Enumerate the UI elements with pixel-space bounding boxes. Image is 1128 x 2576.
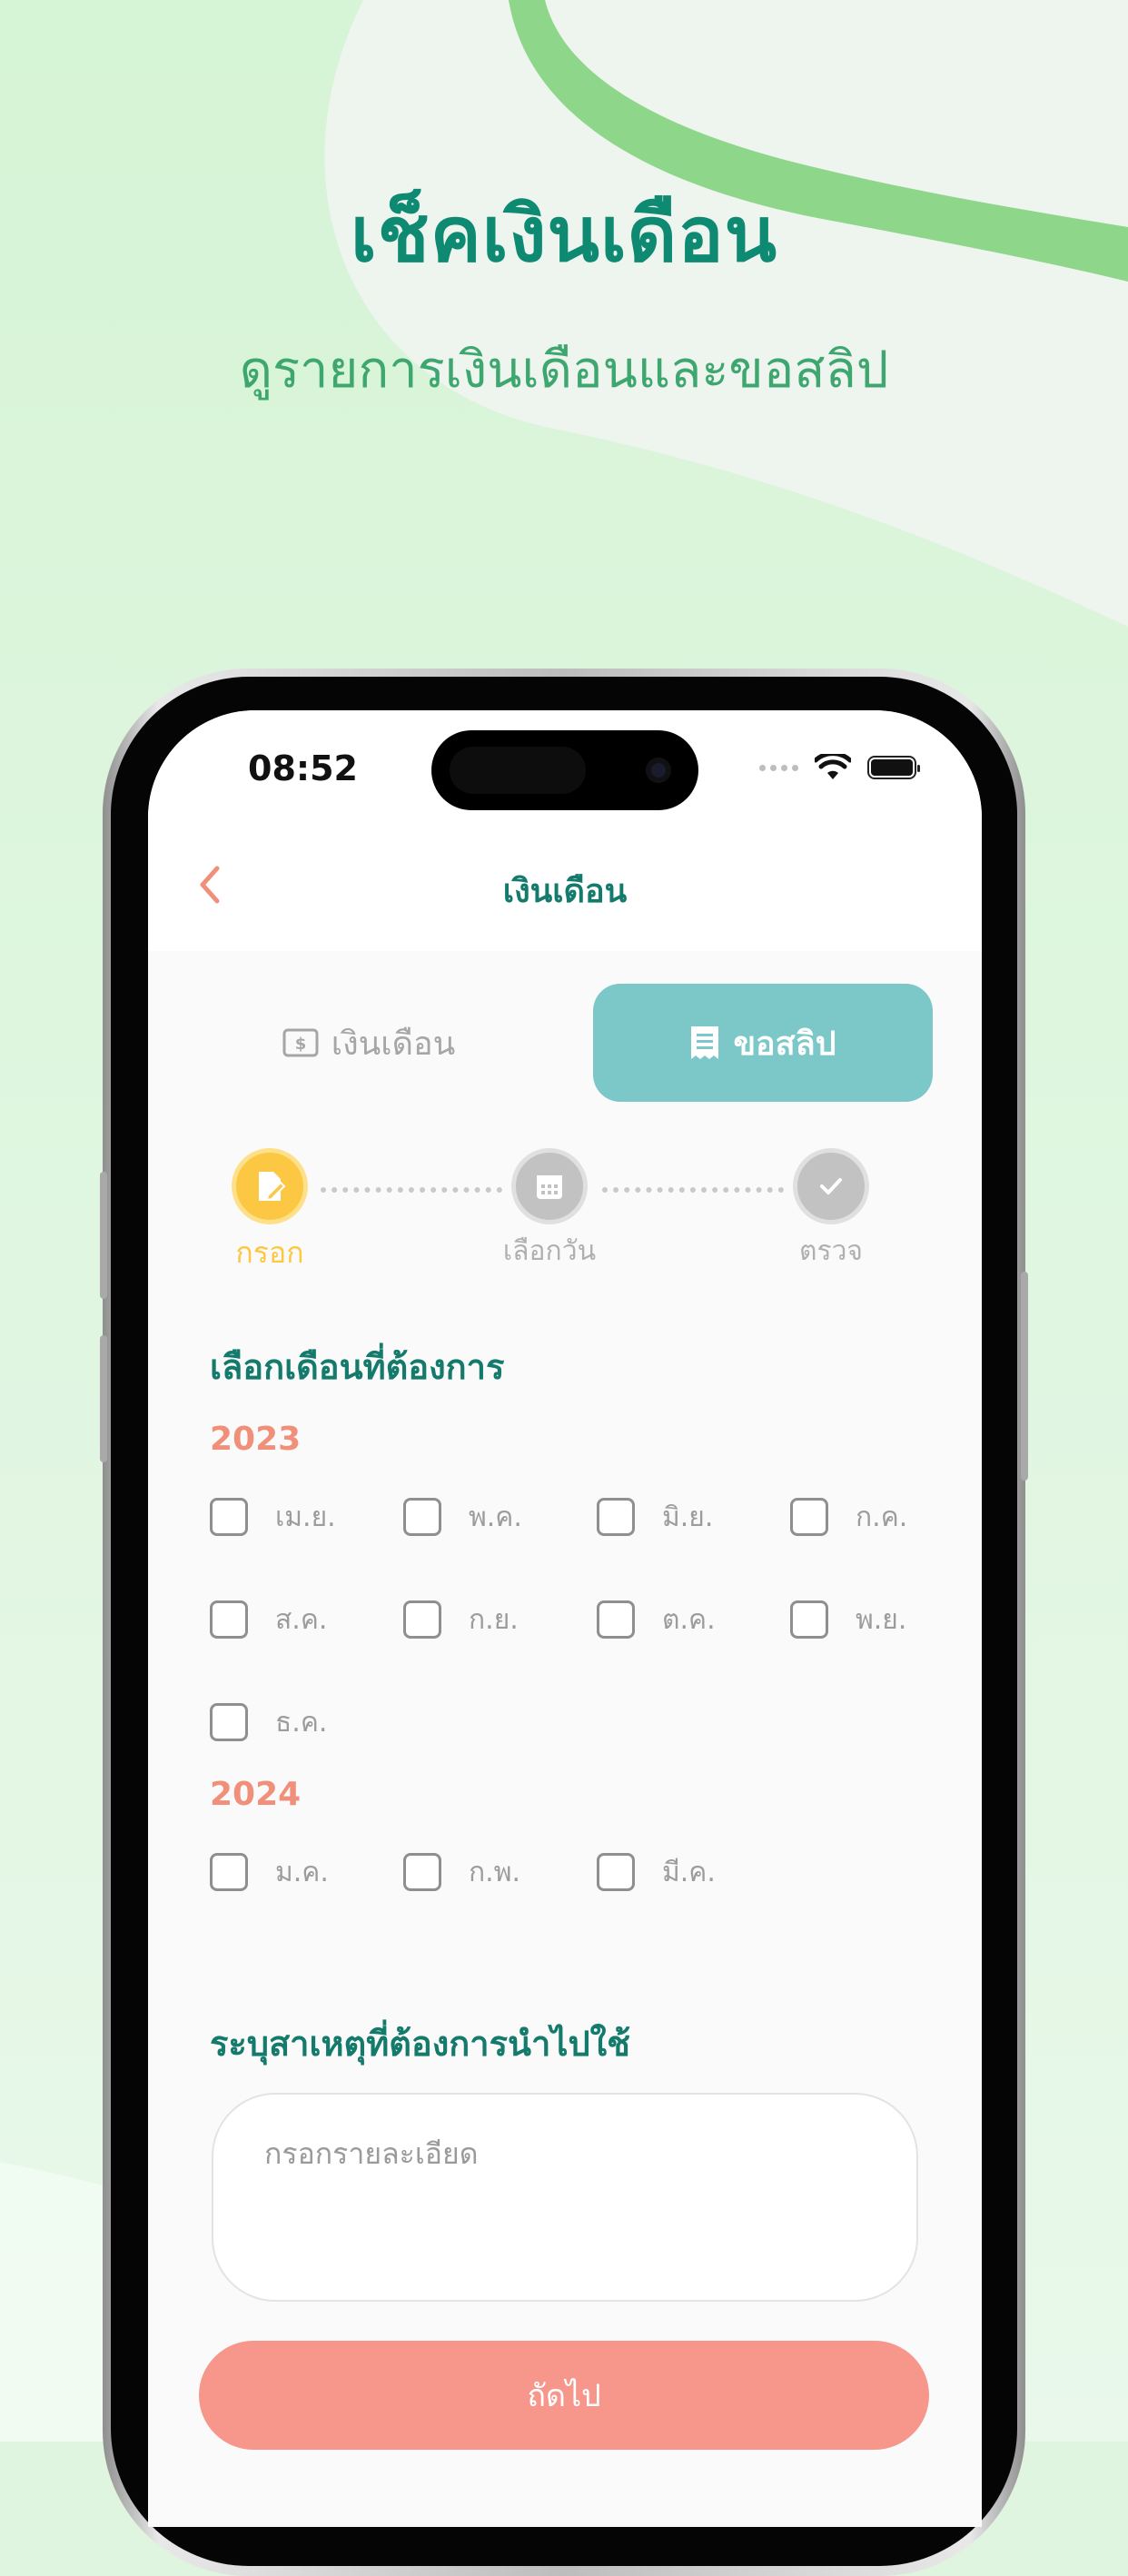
month-checkbox-item[interactable]: ธ.ค. [210, 1701, 327, 1743]
month-label: มี.ค. [662, 1856, 716, 1888]
status-bar: 08:52 [148, 710, 982, 819]
tab-salary-label: เงินเดือน [331, 1025, 456, 1063]
month-label: ธ.ค. [275, 1706, 328, 1739]
month-checkbox-item[interactable]: เม.ย. [210, 1496, 336, 1538]
navigation-bar: เงินเดือน [148, 819, 982, 951]
month-label: ก.ย. [469, 1603, 519, 1636]
dynamic-island [431, 730, 698, 810]
month-label: ส.ค. [275, 1603, 328, 1636]
power-button [1021, 1272, 1028, 1481]
receipt-icon [691, 1026, 719, 1059]
step-date-label: เลือกวัน [502, 1235, 597, 1267]
year-label: 2023 [210, 1421, 302, 1458]
money-icon: $ [282, 1028, 319, 1057]
month-checkbox-item[interactable]: ก.พ. [403, 1851, 520, 1893]
camera-icon [646, 758, 671, 783]
status-icons [759, 754, 920, 781]
tab-request-slip-label: ขอสลิป [733, 1025, 836, 1063]
checkbox[interactable] [790, 1600, 828, 1639]
year-label: 2024 [210, 1776, 302, 1813]
app-screen: 08:52 เงินเดือน $ เงินเดือน ขอสลิป กรอก … [148, 710, 982, 2527]
month-label: ต.ค. [662, 1603, 716, 1636]
volume-down-button [100, 1335, 107, 1462]
checkbox[interactable] [597, 1498, 635, 1536]
checkbox[interactable] [597, 1600, 635, 1639]
month-checkbox-item[interactable]: ต.ค. [597, 1599, 716, 1640]
checkbox[interactable] [210, 1853, 248, 1891]
month-section-title: เลือกเดือนที่ต้องการ [210, 1347, 505, 1387]
month-label: ก.ค. [856, 1501, 908, 1533]
checkbox[interactable] [597, 1853, 635, 1891]
reason-placeholder: กรอกรายละเอียด [264, 2136, 479, 2171]
month-checkbox-item[interactable]: พ.ย. [790, 1599, 906, 1640]
month-checkbox-item[interactable]: ก.ย. [403, 1599, 519, 1640]
tab-request-slip[interactable]: ขอสลิป [593, 984, 933, 1102]
step-fill-circle [232, 1148, 308, 1224]
month-label: ม.ค. [275, 1856, 329, 1888]
next-button[interactable]: ถัดไป [199, 2341, 929, 2450]
progress-stepper: กรอก เลือกวัน ตรวจ [148, 1146, 982, 1292]
checkbox[interactable] [210, 1703, 248, 1741]
checkbox[interactable] [790, 1498, 828, 1536]
checkbox[interactable] [403, 1853, 441, 1891]
month-checkbox-item[interactable]: มิ.ย. [597, 1496, 713, 1538]
step-fill-label: กรอก [235, 1235, 304, 1270]
month-label: พ.ค. [469, 1501, 522, 1533]
calendar-icon [537, 1175, 562, 1199]
wifi-icon [815, 754, 851, 779]
tab-salary[interactable]: $ เงินเดือน [199, 984, 539, 1102]
checkbox[interactable] [210, 1498, 248, 1536]
month-label: ก.พ. [469, 1856, 521, 1888]
checkbox[interactable] [403, 1498, 441, 1536]
checkbox[interactable] [403, 1600, 441, 1639]
edit-icon [259, 1172, 286, 1202]
checkbox[interactable] [210, 1600, 248, 1639]
month-checkbox-item[interactable]: มี.ค. [597, 1851, 716, 1893]
step-date-circle [511, 1148, 588, 1224]
step-connector [602, 1187, 784, 1193]
hero-subtitle: ดูรายการเงินเดือนและขอสลิป [239, 341, 889, 400]
tab-bar: $ เงินเดือน ขอสลิป [199, 984, 933, 1102]
hero-title: เช็คเงินเดือน [350, 190, 778, 279]
month-checkbox-item[interactable]: ม.ค. [210, 1851, 329, 1893]
month-label: เม.ย. [275, 1501, 336, 1533]
status-time: 08:52 [248, 748, 358, 788]
check-icon [820, 1178, 842, 1194]
page-title: เงินเดือน [502, 873, 628, 910]
volume-up-button [100, 1172, 107, 1299]
step-connector [321, 1187, 502, 1193]
battery-icon [867, 756, 920, 779]
month-checkbox-item[interactable]: ก.ค. [790, 1496, 907, 1538]
month-checkbox-item[interactable]: ส.ค. [210, 1599, 327, 1640]
reason-section-title: ระบุสาเหตุที่ต้องการนำไปใช้ [210, 2024, 630, 2064]
month-label: พ.ย. [856, 1603, 907, 1636]
step-review-circle [793, 1148, 869, 1224]
signal-icon [759, 764, 798, 771]
month-checkbox-item[interactable]: พ.ค. [403, 1496, 522, 1538]
svg-text:$: $ [295, 1035, 307, 1054]
reason-textarea[interactable]: กรอกรายละเอียด [212, 2093, 918, 2302]
month-label: มิ.ย. [662, 1501, 714, 1533]
step-review-label: ตรวจ [798, 1235, 864, 1267]
